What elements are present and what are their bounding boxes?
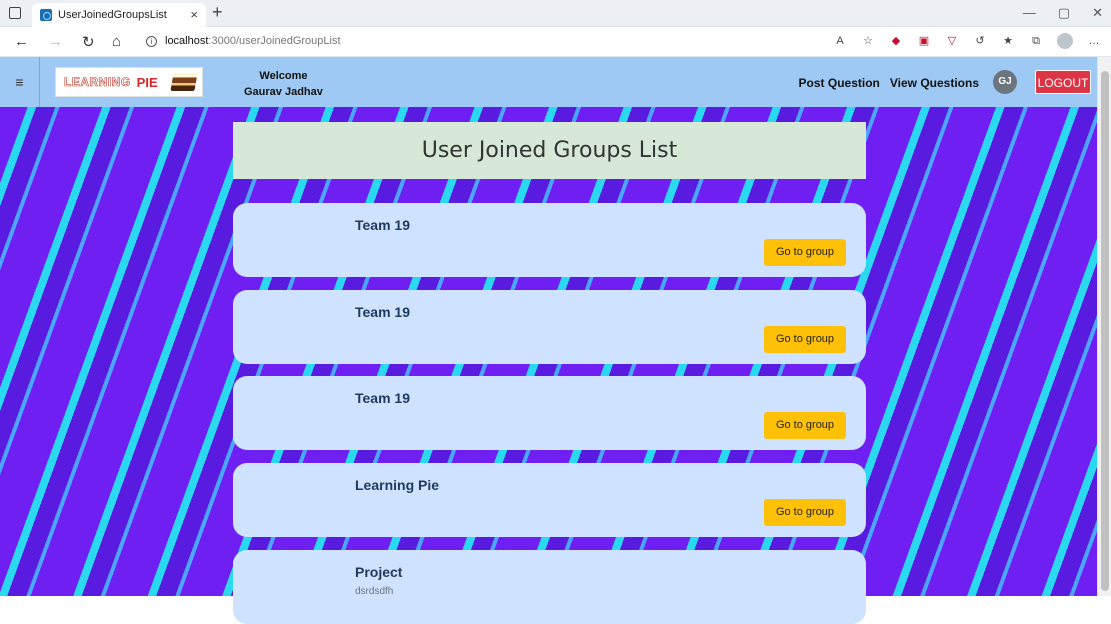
tab-actions-icon[interactable]: [9, 7, 21, 19]
user-avatar[interactable]: GJ: [993, 70, 1017, 94]
group-card: Learning Pie Go to group: [233, 463, 866, 537]
new-tab-icon[interactable]: +: [212, 2, 223, 23]
favorites-icon[interactable]: ★: [1001, 34, 1015, 48]
group-name: Team 19: [355, 217, 410, 233]
logo-text-pie: PIE: [136, 74, 158, 90]
minimize-icon[interactable]: —: [1023, 5, 1036, 21]
extension-icon[interactable]: ▣: [917, 34, 931, 48]
go-to-group-button[interactable]: Go to group: [764, 412, 846, 439]
app-navbar: ≡ LEARNING PIE Welcome Gaurav Jadhav Pos…: [0, 57, 1097, 107]
group-card: Team 19 Go to group: [233, 376, 866, 450]
user-name: Gaurav Jadhav: [244, 86, 323, 98]
favorite-star-icon[interactable]: ☆: [861, 34, 875, 48]
learning-pie-logo[interactable]: LEARNING PIE: [55, 67, 203, 97]
react-favicon-icon: [40, 9, 52, 21]
back-icon[interactable]: ←: [14, 33, 29, 50]
welcome-label: Welcome: [259, 70, 308, 82]
go-to-group-button[interactable]: Go to group: [764, 239, 846, 266]
tab-close-icon[interactable]: ×: [190, 7, 198, 22]
cake-icon: [170, 73, 198, 91]
pocket-extension-icon[interactable]: ▽: [945, 34, 959, 48]
page-title-card: User Joined Groups List: [233, 122, 866, 179]
site-info-icon[interactable]: i: [146, 36, 157, 47]
tab-title: UserJoinedGroupsList: [58, 9, 167, 21]
scrollbar[interactable]: [1097, 57, 1111, 596]
go-to-group-button[interactable]: Go to group: [764, 326, 846, 353]
logo-text-learning: LEARNING: [64, 75, 131, 90]
window-close-icon[interactable]: ✕: [1092, 5, 1103, 21]
home-icon[interactable]: ⌂: [112, 33, 121, 50]
go-to-group-button[interactable]: Go to group: [764, 499, 846, 526]
refresh-icon[interactable]: ↻: [82, 33, 95, 51]
collections-icon[interactable]: ⧉: [1029, 34, 1043, 48]
group-name: Team 19: [355, 304, 410, 320]
read-aloud-icon[interactable]: A: [833, 34, 847, 48]
group-name: Project: [355, 564, 403, 580]
post-question-link[interactable]: Post Question: [799, 76, 880, 90]
address-bar: ← → ↻ ⌂ i localhost:3000/userJoinedGroupL…: [0, 27, 1111, 57]
scrollbar-thumb[interactable]: [1101, 71, 1109, 591]
shield-extension-icon[interactable]: ◆: [889, 34, 903, 48]
more-menu-icon[interactable]: …: [1087, 34, 1101, 48]
hamburger-menu-icon[interactable]: ≡: [0, 57, 40, 107]
welcome-message: Welcome Gaurav Jadhav: [244, 68, 323, 100]
logout-button[interactable]: LOGOUT: [1035, 70, 1091, 94]
group-description: dsrdsdfh: [355, 586, 394, 597]
profile-avatar-icon[interactable]: [1057, 33, 1073, 49]
forward-icon[interactable]: →: [48, 33, 63, 50]
page-title: User Joined Groups List: [421, 138, 678, 163]
sync-icon[interactable]: ↺: [973, 34, 987, 48]
browser-tab[interactable]: UserJoinedGroupsList ×: [32, 3, 206, 27]
group-name: Team 19: [355, 390, 410, 406]
view-questions-link[interactable]: View Questions: [890, 76, 979, 90]
maximize-icon[interactable]: ▢: [1058, 5, 1070, 21]
group-card: Team 19 Go to group: [233, 290, 866, 364]
group-name: Learning Pie: [355, 477, 440, 493]
url-field[interactable]: i localhost:3000/userJoinedGroupList: [146, 35, 341, 47]
browser-tab-bar: UserJoinedGroupsList × + — ▢ ✕: [0, 0, 1111, 27]
group-card: Team 19 Go to group: [233, 203, 866, 277]
group-card: Project dsrdsdfh: [233, 550, 866, 624]
